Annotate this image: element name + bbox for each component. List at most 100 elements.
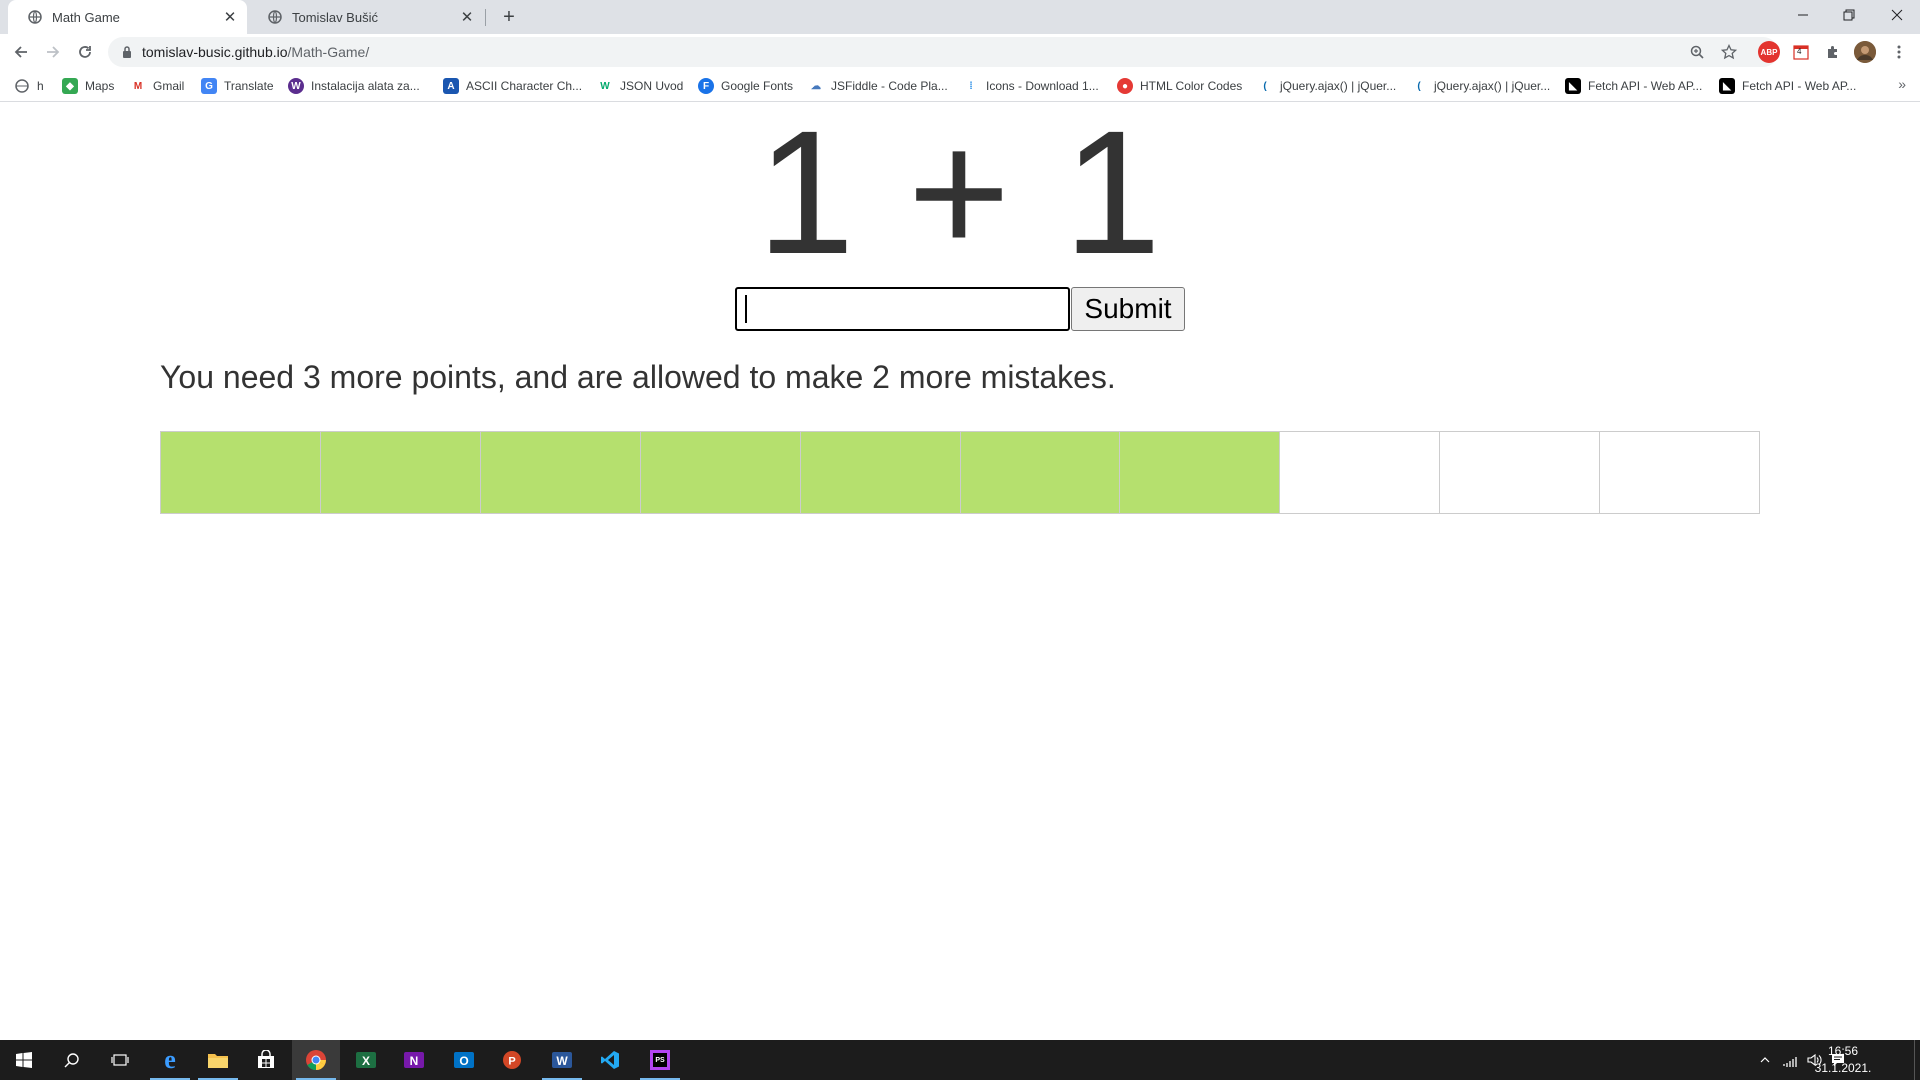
tab-tomislav-busic[interactable]: Tomislav Bušić ✕ (248, 0, 484, 34)
bookmark-maps[interactable]: ◆ Maps (62, 75, 114, 97)
vscode-icon[interactable] (586, 1040, 634, 1080)
tray-chevron-up-icon[interactable] (1754, 1040, 1776, 1080)
bookmark-jquery-ajax-2[interactable]: ( jQuery.ajax() | jQuer... (1411, 75, 1550, 97)
globe-icon (268, 10, 282, 24)
progress-cell-filled (800, 432, 961, 513)
text-caret (745, 295, 747, 323)
powerpoint-icon[interactable]: P (488, 1040, 536, 1080)
bookmark-google-fonts[interactable]: F Google Fonts (698, 75, 793, 97)
bookmark-html-color-codes[interactable]: ● HTML Color Codes (1117, 75, 1242, 97)
profile-avatar[interactable] (1854, 41, 1876, 63)
bookmark-label: jQuery.ajax() | jQuer... (1280, 79, 1397, 93)
bookmark-gmail[interactable]: M Gmail (130, 75, 184, 97)
new-tab-plus-icon[interactable]: + (496, 4, 522, 30)
edge-icon[interactable]: e (146, 1040, 194, 1080)
answer-input[interactable] (735, 287, 1070, 331)
bookmark-jsfiddle[interactable]: ☁ JSFiddle - Code Pla... (808, 75, 948, 97)
bookmark-jquery-ajax-1[interactable]: ( jQuery.ajax() | jQuer... (1257, 75, 1396, 97)
bookmark-icons[interactable]: ⁞ Icons - Download 1... (963, 75, 1099, 97)
calendar-extension-icon[interactable]: 4 (1790, 41, 1812, 63)
math-game-page: 1 + 1 Submit You need 3 more points, and… (0, 103, 1920, 1039)
bookmark-label: JSFiddle - Code Pla... (831, 79, 948, 93)
extension-badge: 4 (1797, 47, 1802, 56)
w3schools-icon: W (597, 78, 613, 94)
svg-text:O: O (459, 1054, 468, 1068)
bookmark-label: jQuery.ajax() | jQuer... (1434, 79, 1551, 93)
url-path: /Math-Game/ (287, 44, 370, 60)
adblock-plus-icon[interactable]: ABP (1758, 41, 1780, 63)
clock-time: 16:56 (1827, 1044, 1859, 1058)
answer-form: Submit (735, 287, 1185, 331)
globe-icon (28, 10, 42, 24)
forward-arrow-icon[interactable] (38, 37, 68, 67)
show-desktop-button[interactable] (1914, 1040, 1920, 1080)
lock-icon[interactable] (122, 46, 132, 58)
progress-cell-filled (480, 432, 641, 513)
bookmark-label: Maps (85, 79, 115, 93)
minimize-icon[interactable] (1780, 0, 1826, 30)
tab-separator (485, 9, 486, 26)
restore-icon[interactable] (1826, 0, 1872, 30)
bookmark-fetch-api-1[interactable]: ◣ Fetch API - Web AP... (1565, 75, 1702, 97)
svg-text:P: P (508, 1056, 515, 1068)
progress-cell-empty (1600, 432, 1760, 513)
close-tab-icon[interactable]: ✕ (454, 4, 480, 30)
bookmark-h[interactable]: h (14, 75, 44, 97)
back-arrow-icon[interactable] (6, 37, 36, 67)
bookmark-label: Instalacija alata za... (311, 79, 420, 93)
progress-cell-empty (1440, 432, 1601, 513)
translate-icon: G (201, 78, 217, 94)
word-icon[interactable]: W (538, 1040, 586, 1080)
url-host: tomislav-busic.github.io (142, 44, 288, 60)
svg-text:W: W (556, 1054, 568, 1068)
bookmark-label: Google Fonts (721, 79, 794, 93)
tab-math-game[interactable]: Math Game ✕ (8, 0, 247, 34)
bookmark-fetch-api-2[interactable]: ◣ Fetch API - Web AP... (1719, 75, 1856, 97)
math-problem: 1 + 1 (756, 95, 1164, 291)
browser-tab-strip: Math Game ✕ Tomislav Bušić ✕ + (0, 0, 1920, 34)
store-icon[interactable] (242, 1040, 290, 1080)
bookmark-label: Fetch API - Web AP... (1588, 79, 1703, 93)
bookmarks-overflow-chevron-icon[interactable]: » (1898, 76, 1906, 92)
progress-bar (160, 431, 1760, 514)
jsfiddle-icon: ☁ (808, 78, 824, 94)
excel-icon[interactable]: X (342, 1040, 390, 1080)
extensions-puzzle-icon[interactable] (1822, 41, 1844, 63)
bookmark-label: Fetch API - Web AP... (1742, 79, 1857, 93)
phpstorm-icon[interactable]: PS (636, 1040, 684, 1080)
svg-text:N: N (410, 1054, 419, 1068)
progress-cell-filled (960, 432, 1121, 513)
windows-start-icon[interactable] (0, 1040, 48, 1080)
color-codes-icon: ● (1117, 78, 1133, 94)
bookmark-translate[interactable]: G Translate (201, 75, 274, 97)
bookmark-instalacija[interactable]: W Instalacija alata za... (288, 75, 420, 97)
close-tab-icon[interactable]: ✕ (217, 4, 243, 30)
bookmark-label: Gmail (153, 79, 185, 93)
address-bar[interactable]: tomislav-busic.github.io/Math-Game/ (108, 37, 1778, 67)
reload-icon[interactable] (70, 37, 100, 67)
bookmark-ascii[interactable]: A ASCII Character Ch... (443, 75, 582, 97)
bookmark-label: HTML Color Codes (1140, 79, 1243, 93)
svg-text:X: X (362, 1054, 370, 1068)
bookmark-json-uvod[interactable]: W JSON Uvod (597, 75, 683, 97)
network-icon[interactable] (1778, 1040, 1802, 1080)
ascii-icon: A (443, 78, 459, 94)
browser-toolbar: tomislav-busic.github.io/Math-Game/ ABP … (0, 34, 1920, 70)
submit-button[interactable]: Submit (1071, 287, 1185, 331)
chrome-icon[interactable] (292, 1040, 340, 1080)
outlook-icon[interactable]: O (440, 1040, 488, 1080)
search-icon[interactable] (48, 1040, 96, 1080)
progress-cell-empty (1280, 432, 1441, 513)
status-message: You need 3 more points, and are allowed … (160, 359, 1116, 395)
taskbar-clock[interactable]: 16:56 31.1.2021. (1808, 1043, 1878, 1077)
bookmark-star-icon[interactable] (1718, 41, 1740, 63)
zoom-icon[interactable] (1686, 41, 1708, 63)
onenote-icon[interactable]: N (390, 1040, 438, 1080)
tab-title: Math Game (52, 9, 120, 25)
close-window-icon[interactable] (1874, 0, 1920, 30)
chrome-menu-icon[interactable] (1888, 41, 1910, 63)
file-explorer-icon[interactable] (194, 1040, 242, 1080)
jquery-icon: ( (1257, 78, 1273, 94)
jquery-icon: ( (1411, 78, 1427, 94)
task-view-icon[interactable] (96, 1040, 144, 1080)
